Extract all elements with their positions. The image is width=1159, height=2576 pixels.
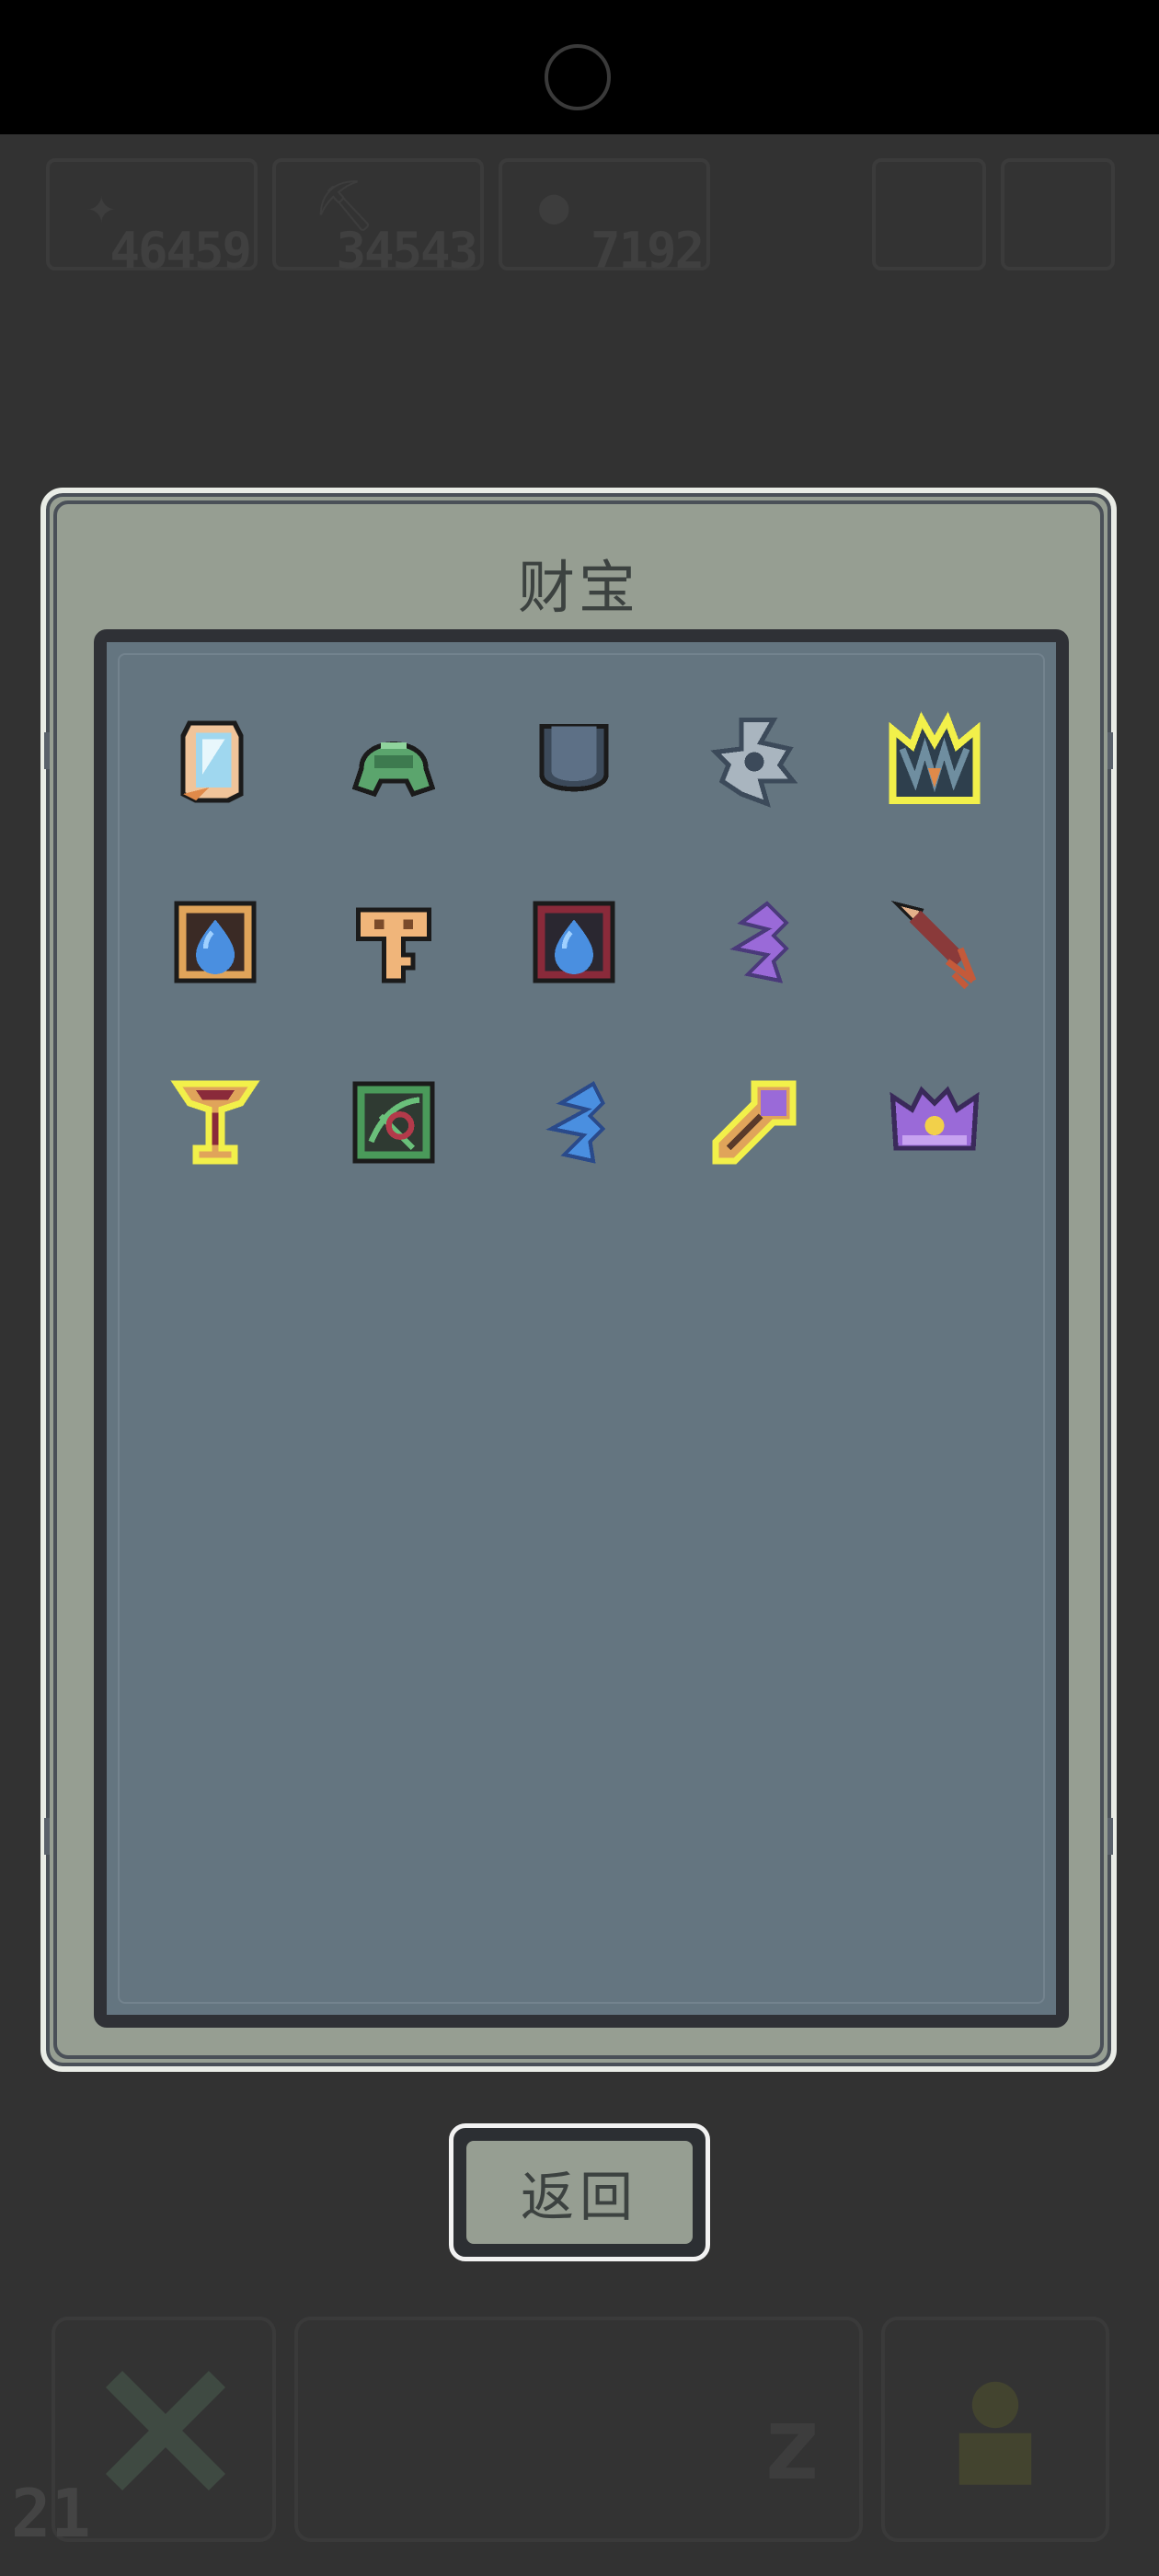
- sleep-icon: z: [761, 2385, 822, 2502]
- amethyst-key-icon[interactable]: [699, 1067, 809, 1178]
- resource-slot-2[interactable]: ⛏ 34543: [272, 158, 484, 280]
- back-button-label: 返回: [466, 2141, 693, 2244]
- hud-button-1[interactable]: [872, 158, 986, 270]
- steel-shuriken-icon[interactable]: [699, 707, 809, 817]
- frame-notch-left-bottom: [44, 1818, 50, 1855]
- spiked-crown-icon[interactable]: [879, 707, 990, 817]
- back-button[interactable]: 返回: [449, 2123, 710, 2261]
- water-tome-icon[interactable]: [160, 887, 270, 997]
- copper-arrow-icon[interactable]: [879, 887, 990, 997]
- frame-notch-left-top: [44, 732, 50, 769]
- bronze-key-icon[interactable]: [339, 887, 449, 997]
- drop-icon: ●: [539, 177, 569, 235]
- vine-tome-icon[interactable]: [339, 1067, 449, 1178]
- golden-chalice-icon[interactable]: [160, 1067, 270, 1178]
- resource-slot-3[interactable]: ● 7192: [499, 158, 710, 280]
- hud-button-2[interactable]: [1001, 158, 1115, 270]
- status-bar: [0, 0, 1159, 134]
- level-number: 21: [11, 2475, 91, 2552]
- blue-feather-icon[interactable]: [519, 1067, 629, 1178]
- crossed-swords-icon: [105, 2370, 226, 2491]
- camera-cutout: [545, 44, 611, 110]
- frame-notch-right-bottom: [1107, 1818, 1113, 1855]
- resource-slot-1[interactable]: ✦ 46459: [46, 158, 258, 280]
- water-tome-dark-icon[interactable]: [519, 887, 629, 997]
- violet-crown-icon[interactable]: [879, 1067, 990, 1178]
- iron-cup-icon[interactable]: [519, 707, 629, 817]
- resource-1-count: 46459: [109, 222, 252, 280]
- purple-feather-icon[interactable]: [699, 887, 809, 997]
- bottom-slot-character[interactable]: [881, 2317, 1109, 2542]
- resource-2-count: 34543: [336, 222, 478, 280]
- character-icon: [958, 2381, 1032, 2485]
- frame-notch-right-top: [1107, 732, 1113, 769]
- dialog-title: 财宝: [517, 554, 639, 621]
- green-helmet-icon[interactable]: [339, 707, 449, 817]
- treasure-panel: [94, 629, 1069, 2028]
- resource-3-count: 7192: [590, 222, 705, 280]
- bottom-slot-center[interactable]: z: [294, 2317, 863, 2542]
- panel-inner-line: [118, 653, 1045, 2004]
- crystal-mirror-icon[interactable]: [160, 707, 270, 817]
